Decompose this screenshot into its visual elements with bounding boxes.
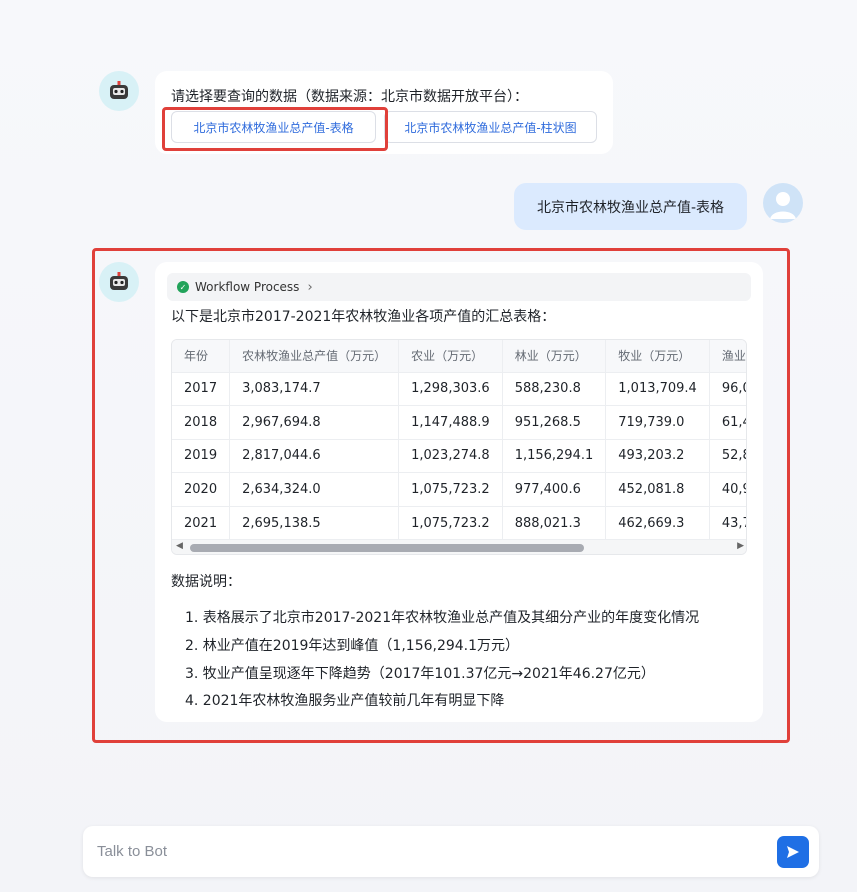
workflow-process-bar[interactable]: ✓ Workflow Process › [167,273,751,301]
cell: 951,268.5 [502,405,607,440]
data-table-container[interactable]: 年份 农林牧渔业总产值（万元） 农业（万元） 林业（万元） 牧业（万元） 渔业（… [171,339,747,555]
cell: 493,203.2 [605,439,710,474]
option-table-button[interactable]: 北京市农林牧渔业总产值-表格 [171,111,376,143]
cell: 1,156,294.1 [502,439,607,474]
cell: 1,075,723.2 [398,506,503,541]
cell: 888,021.3 [502,506,607,541]
cell: 2020 [172,472,231,507]
chevron-right-icon: › [307,279,313,295]
cell: 43,740 [709,506,746,541]
note-item: 4. 2021年农林牧渔服务业产值较前几年有明显下降 [185,693,505,709]
header-husbandry: 牧业（万元） [605,340,710,373]
cell: 2021 [172,506,231,541]
data-table: 年份 农林牧渔业总产值（万元） 农业（万元） 林业（万元） 牧业（万元） 渔业（… [172,340,746,541]
check-icon: ✓ [177,281,189,293]
table-row: 2018 2,967,694.8 1,147,488.9 951,268.5 7… [172,405,746,440]
message-input[interactable] [97,838,757,864]
horizontal-scrollbar[interactable]: ◀ ▶ [172,540,746,554]
cell: 452,081.8 [605,472,710,507]
cell: 52,821 [709,439,746,474]
table-row: 2019 2,817,044.6 1,023,274.8 1,156,294.1… [172,439,746,474]
cell: 96,072 [709,372,746,407]
cell: 61,497 [709,405,746,440]
bot-message-bubble: 请选择要查询的数据（数据来源：北京市数据开放平台）： 北京市农林牧渔业总产值-表… [155,71,613,154]
table-header-row: 年份 农林牧渔业总产值（万元） 农业（万元） 林业（万元） 牧业（万元） 渔业（ [172,340,746,373]
robot-icon [110,81,128,99]
cell: 977,400.6 [502,472,607,507]
notes-title: 数据说明： [171,574,241,590]
header-fishery: 渔业（ [709,340,746,373]
cell: 40,936 [709,472,746,507]
note-item: 3. 牧业产值呈现逐年下降趋势（2017年101.37亿元→2021年46.27… [185,666,655,682]
option-bar-chart-button[interactable]: 北京市农林牧渔业总产值-柱状图 [384,111,597,143]
cell: 1,147,488.9 [398,405,503,440]
workflow-label: Workflow Process [195,280,300,294]
scrollbar-thumb[interactable] [190,544,584,552]
cell: 2019 [172,439,231,474]
note-item: 2. 林业产值在2019年达到峰值（1,156,294.1万元） [185,638,520,654]
scroll-left-icon[interactable]: ◀ [176,541,183,551]
cell: 2018 [172,405,231,440]
cell: 1,075,723.2 [398,472,503,507]
cell: 3,083,174.7 [229,372,400,407]
cell: 2,967,694.8 [229,405,400,440]
user-icon [770,192,796,219]
cell: 2,817,044.6 [229,439,400,474]
header-agriculture: 农业（万元） [398,340,503,373]
table-intro: 以下是北京市2017-2021年农林牧渔业各项产值的汇总表格： [171,309,556,325]
header-year: 年份 [172,340,231,373]
composer [83,826,819,877]
cell: 2,634,324.0 [229,472,400,507]
robot-icon [110,272,128,290]
table-row: 2017 3,083,174.7 1,298,303.6 588,230.8 1… [172,372,746,407]
cell: 588,230.8 [502,372,607,407]
cell: 1,298,303.6 [398,372,503,407]
bot-response-bubble: ✓ Workflow Process › 以下是北京市2017-2021年农林牧… [155,262,763,722]
send-icon [787,846,799,858]
header-forestry: 林业（万元） [502,340,607,373]
table-row: 2020 2,634,324.0 1,075,723.2 977,400.6 4… [172,472,746,507]
header-total: 农林牧渔业总产值（万元） [229,340,400,373]
cell: 1,013,709.4 [605,372,710,407]
scroll-right-icon[interactable]: ▶ [737,541,744,551]
cell: 1,023,274.8 [398,439,503,474]
bot-avatar [99,262,139,302]
user-avatar [763,183,803,223]
user-message-bubble: 北京市农林牧渔业总产值-表格 [514,183,747,230]
table-row: 2021 2,695,138.5 1,075,723.2 888,021.3 4… [172,506,746,541]
note-item: 1. 表格展示了北京市2017-2021年农林牧渔业总产值及其细分产业的年度变化… [185,610,700,626]
cell: 2,695,138.5 [229,506,400,541]
cell: 2017 [172,372,231,407]
query-prompt: 请选择要查询的数据（数据来源：北京市数据开放平台）： [171,89,528,105]
cell: 719,739.0 [605,405,710,440]
bot-avatar [99,71,139,111]
send-button[interactable] [777,836,809,868]
cell: 462,669.3 [605,506,710,541]
